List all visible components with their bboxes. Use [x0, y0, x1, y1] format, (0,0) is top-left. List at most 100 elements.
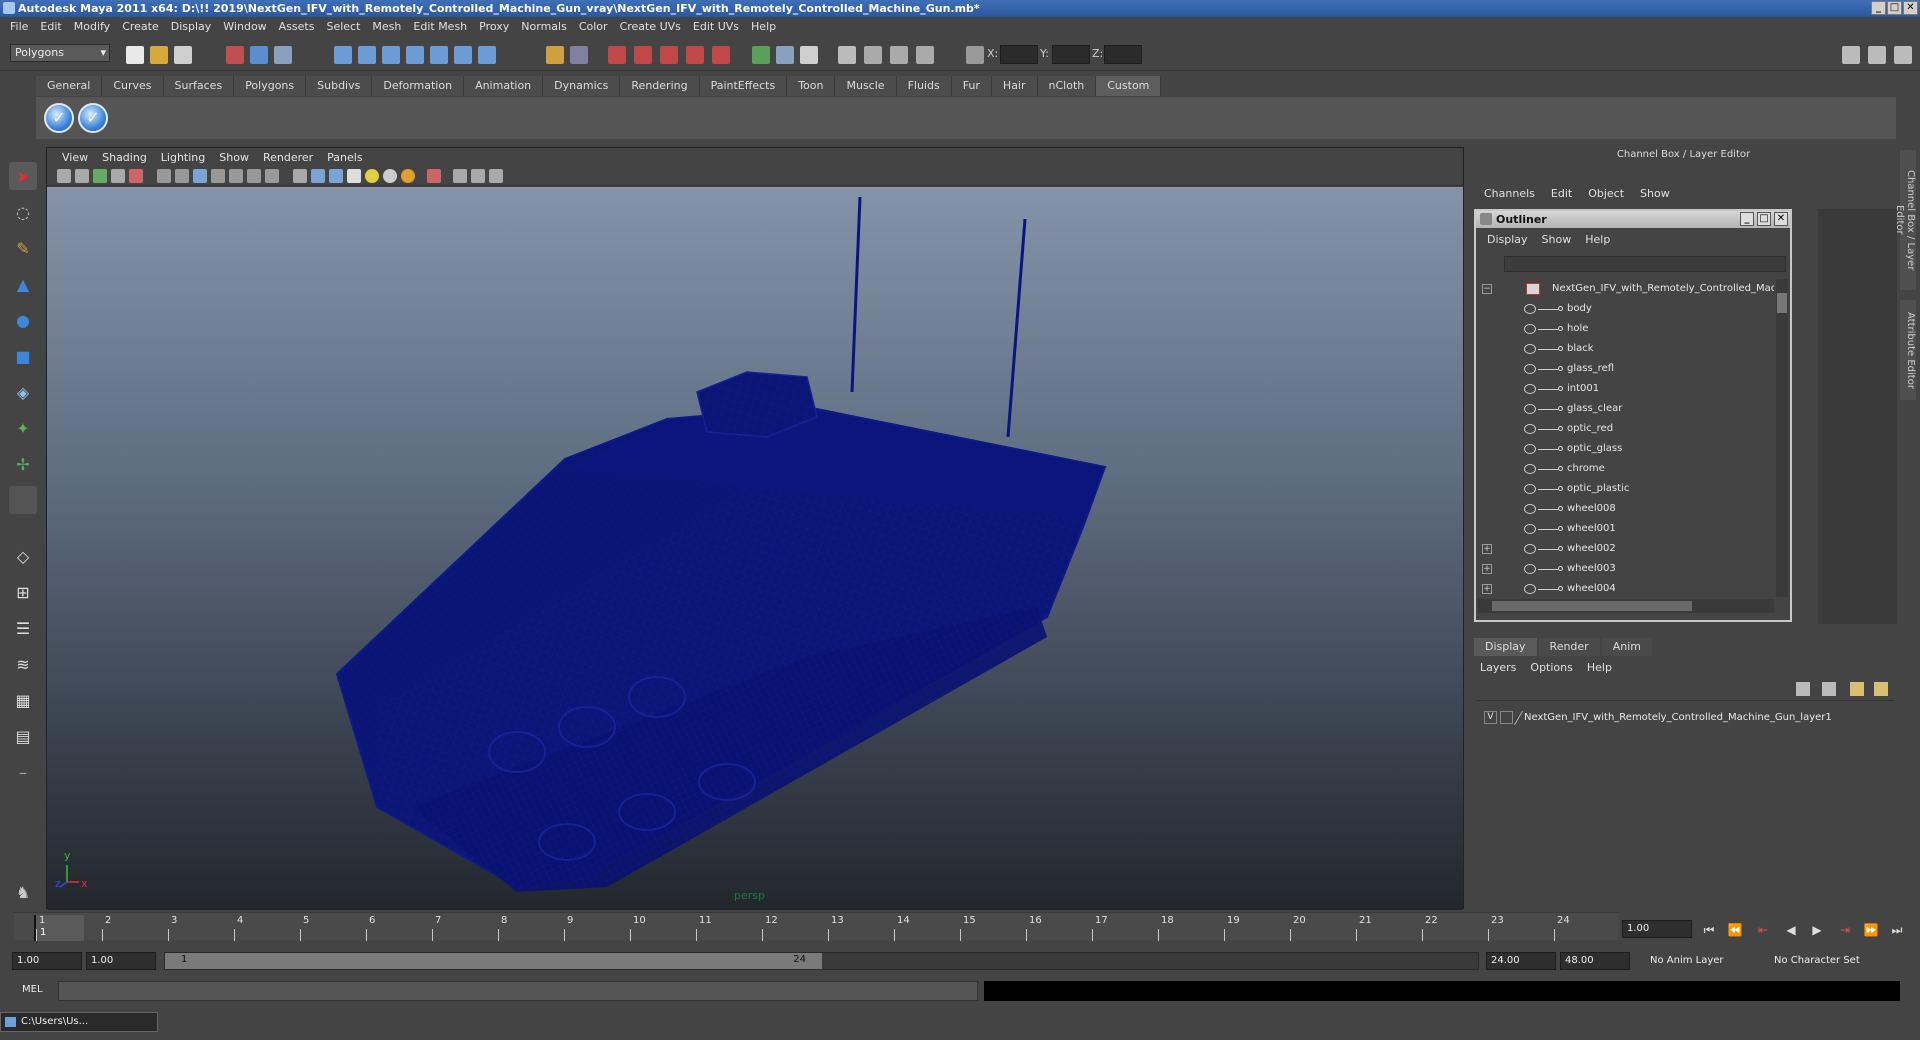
expand-toggle-icon[interactable]: +: [1482, 544, 1492, 554]
textured-icon[interactable]: [347, 169, 361, 183]
select-by-component-icon[interactable]: [274, 46, 292, 64]
snap-to-grid-icon[interactable]: [334, 46, 352, 64]
ol-menu-show[interactable]: Show: [1535, 233, 1579, 246]
select-by-hierarchy-icon[interactable]: [226, 46, 244, 64]
outliner-maximize-button[interactable]: □: [1757, 212, 1771, 226]
x-ray-components-icon[interactable]: [489, 169, 503, 183]
range-slider-handle[interactable]: 1 24: [165, 953, 822, 969]
list-item[interactable]: chrome: [1478, 459, 1774, 479]
time-slider-track[interactable]: 1 1 2 3 4 5 6 7 8 9 10 11 12 13 14 15 16 17 18 19 20 21 22 23 2…: [14, 912, 1619, 941]
cb-menu-channels[interactable]: Channels: [1476, 187, 1543, 200]
show-hide-icon[interactable]: [752, 46, 770, 64]
layer-menu-options[interactable]: Options: [1530, 661, 1580, 674]
attribute-editor-icon[interactable]: [800, 46, 818, 64]
layer-menu-layers[interactable]: Layers: [1480, 661, 1524, 674]
cb-menu-object[interactable]: Object: [1580, 187, 1632, 200]
start-time-field[interactable]: 1.00: [12, 952, 82, 970]
tab-anim[interactable]: Anim: [1601, 638, 1652, 656]
shelf-tab-curves[interactable]: Curves: [102, 76, 164, 96]
shelf-tab-ncloth[interactable]: nCloth: [1037, 76, 1097, 96]
list-item[interactable]: + wheel004: [1478, 579, 1774, 597]
new-layer-selected-icon[interactable]: [1874, 682, 1888, 696]
move-tool-icon[interactable]: ▲: [9, 270, 37, 298]
play-forwards-icon[interactable]: ▶: [1808, 922, 1826, 938]
menu-create[interactable]: Create: [116, 20, 165, 33]
new-scene-icon[interactable]: [126, 46, 144, 64]
snap-to-point-icon[interactable]: [382, 46, 400, 64]
end-time-field[interactable]: 48.00: [1560, 952, 1630, 970]
menu-edit-uvs[interactable]: Edit UVs: [687, 20, 745, 33]
shelf-tab-animation[interactable]: Animation: [464, 76, 544, 96]
list-item[interactable]: wheel001: [1478, 519, 1774, 539]
field-chart-icon[interactable]: [229, 169, 243, 183]
mel-label[interactable]: MEL: [22, 984, 43, 995]
ol-menu-help[interactable]: Help: [1578, 233, 1617, 246]
list-item[interactable]: optic_plastic: [1478, 479, 1774, 499]
hypershade-icon[interactable]: [686, 46, 704, 64]
snap-to-view-plane-icon[interactable]: [406, 46, 424, 64]
persp-outliner-layout-icon[interactable]: ☰: [9, 614, 37, 642]
viewport-canvas[interactable]: y x z persp: [47, 187, 1463, 910]
tab-render[interactable]: Render: [1538, 638, 1600, 656]
outliner-vertical-scrollbar[interactable]: [1776, 279, 1788, 597]
high-quality-icon[interactable]: [401, 169, 415, 183]
bookmarks-icon[interactable]: [93, 169, 107, 183]
show-hide-channel-box-icon[interactable]: [1842, 46, 1860, 64]
snap-to-curve-icon[interactable]: [358, 46, 376, 64]
single-perspective-layout-icon[interactable]: ◇: [9, 542, 37, 570]
make-live-icon[interactable]: [430, 46, 448, 64]
menu-modify[interactable]: Modify: [68, 20, 116, 33]
step-forward-key-icon[interactable]: ⇥: [1836, 922, 1854, 938]
list-item[interactable]: glass_clear: [1478, 399, 1774, 419]
close-button[interactable]: ✕: [1903, 1, 1918, 15]
wireframe-icon[interactable]: [293, 169, 307, 183]
tab-display[interactable]: Display: [1474, 638, 1537, 656]
ipr-render-icon[interactable]: [634, 46, 652, 64]
wireframe-on-shaded-icon[interactable]: [329, 169, 343, 183]
shelf-tab-dynamics[interactable]: Dynamics: [543, 76, 621, 96]
two-d-pan-zoom-icon[interactable]: [129, 169, 143, 183]
side-tab-channel-box[interactable]: Channel Box / Layer Editor: [1894, 150, 1916, 290]
menu-display[interactable]: Display: [165, 20, 218, 33]
show-hide-tool-settings-icon[interactable]: [1894, 46, 1912, 64]
layer-row[interactable]: V NextGen_IFV_with_Remotely_Controlled_M…: [1480, 709, 1890, 727]
save-scene-icon[interactable]: [174, 46, 192, 64]
y-field[interactable]: [1052, 45, 1090, 64]
isolate-select-icon[interactable]: [427, 169, 441, 183]
menu-assets[interactable]: Assets: [273, 20, 321, 33]
gate-mask-icon[interactable]: [211, 169, 225, 183]
use-all-lights-icon[interactable]: [365, 169, 379, 183]
outliner-root-item[interactable]: − NextGen_IFV_with_Remotely_Controlled_M…: [1478, 279, 1774, 299]
character-set-dropdown[interactable]: No Character Set: [1770, 952, 1890, 970]
vp-menu-renderer[interactable]: Renderer: [256, 151, 320, 164]
scale-tool-icon[interactable]: ■: [9, 342, 37, 370]
minimize-button[interactable]: _: [1871, 1, 1886, 15]
playback-start-field[interactable]: 1.00: [86, 952, 156, 970]
shelf-tab-fur[interactable]: Fur: [951, 76, 992, 96]
menu-select[interactable]: Select: [320, 20, 366, 33]
new-layer-icon[interactable]: [1850, 682, 1864, 696]
playback-end-field[interactable]: 24.00: [1486, 952, 1556, 970]
safe-action-icon[interactable]: [247, 169, 261, 183]
tool-settings-icon[interactable]: [838, 46, 856, 64]
x-field[interactable]: [1000, 45, 1038, 64]
persp-graph-outliner-layout-icon[interactable]: ▤: [9, 722, 37, 750]
vp-menu-view[interactable]: View: [55, 151, 95, 164]
rotate-tool-icon[interactable]: ●: [9, 306, 37, 334]
outliner-minimize-button[interactable]: _: [1740, 212, 1754, 226]
list-item[interactable]: + wheel003: [1478, 559, 1774, 579]
step-back-frame-icon[interactable]: ⏪: [1726, 922, 1744, 938]
menu-mesh[interactable]: Mesh: [366, 20, 407, 33]
collapse-toggle-icon[interactable]: −: [1482, 284, 1492, 294]
step-back-key-icon[interactable]: ⇤: [1754, 922, 1772, 938]
outliner-icon[interactable]: [890, 46, 908, 64]
shelf-tab-fluids[interactable]: Fluids: [896, 76, 952, 96]
list-item[interactable]: glass_refl: [1478, 359, 1774, 379]
history-icon[interactable]: [454, 46, 472, 64]
cb-menu-show[interactable]: Show: [1632, 187, 1678, 200]
list-item[interactable]: + wheel002: [1478, 539, 1774, 559]
menu-proxy[interactable]: Proxy: [473, 20, 515, 33]
shelf-tab-surfaces[interactable]: Surfaces: [163, 76, 235, 96]
shelf-tab-muscle[interactable]: Muscle: [835, 76, 897, 96]
select-camera-icon[interactable]: [57, 169, 71, 183]
